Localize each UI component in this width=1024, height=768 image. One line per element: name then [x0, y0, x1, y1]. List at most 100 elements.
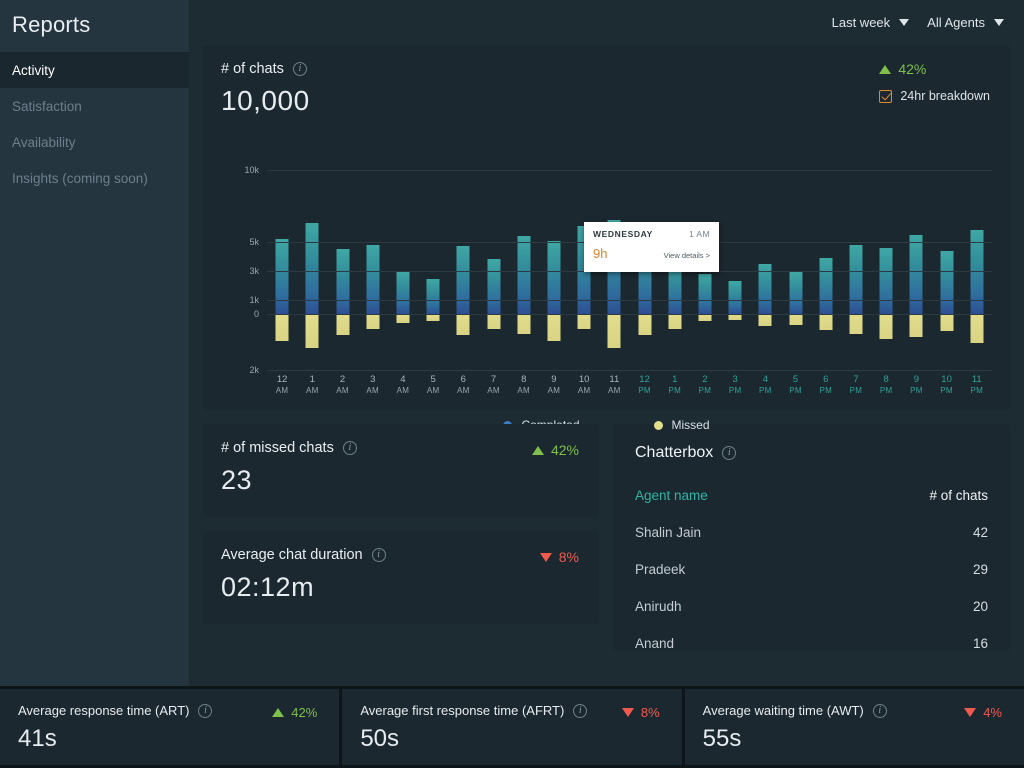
- tooltip-day: WEDNESDAY: [593, 229, 653, 239]
- bar-completed[interactable]: [276, 239, 289, 314]
- x-axis-meridiem: PM: [811, 386, 841, 396]
- tooltip-hour: 1 AM: [689, 229, 710, 239]
- bar-completed[interactable]: [487, 259, 500, 314]
- bar-missed[interactable]: [880, 314, 893, 339]
- bar-completed[interactable]: [427, 279, 440, 314]
- x-axis-tick: 10PM: [931, 374, 961, 396]
- bar-missed[interactable]: [427, 314, 440, 321]
- bar-missed[interactable]: [547, 314, 560, 341]
- table-row[interactable]: Shalin Jain42: [635, 525, 988, 540]
- info-icon[interactable]: i: [573, 704, 587, 718]
- chart-tooltip: WEDNESDAY 1 AM 9h View details >: [584, 222, 719, 272]
- bar-completed[interactable]: [910, 235, 923, 314]
- x-axis-tick: 9PM: [901, 374, 931, 396]
- agent-name: Shalin Jain: [635, 525, 701, 540]
- x-axis-hour: 8: [509, 374, 539, 386]
- x-axis-hour: 1: [297, 374, 327, 386]
- duration-card-title: Average chat duration: [221, 547, 363, 563]
- bar-completed[interactable]: [789, 272, 802, 314]
- column-header-agent-name[interactable]: Agent name: [635, 488, 708, 503]
- x-axis-meridiem: AM: [599, 386, 629, 396]
- breakdown-toggle[interactable]: 24hr breakdown: [879, 89, 990, 103]
- agent-chat-count: 20: [973, 599, 988, 614]
- bar-completed[interactable]: [517, 236, 530, 314]
- sidebar-item-activity[interactable]: Activity: [0, 52, 189, 88]
- bar-missed[interactable]: [487, 314, 500, 329]
- info-icon[interactable]: i: [198, 704, 212, 718]
- chats-chart-card: # of chats i 10,000 42% 24hr breakdown: [203, 45, 1010, 410]
- bar-missed[interactable]: [517, 314, 530, 334]
- info-icon[interactable]: i: [343, 441, 357, 455]
- bar-completed[interactable]: [880, 248, 893, 314]
- table-row[interactable]: Pradeek29: [635, 562, 988, 577]
- bar-missed[interactable]: [578, 314, 591, 329]
- info-icon[interactable]: i: [372, 548, 386, 562]
- bottom-stat-delta-badge: 4%: [964, 705, 1002, 720]
- reports-dashboard: Reports Activity Satisfaction Availabili…: [0, 0, 1024, 768]
- table-row[interactable]: Anirudh20: [635, 599, 988, 614]
- triangle-down-icon: [622, 708, 634, 717]
- top-region: Reports Activity Satisfaction Availabili…: [0, 0, 1024, 686]
- bar-completed[interactable]: [457, 246, 470, 314]
- x-axis-hour: 2: [690, 374, 720, 386]
- bar-completed[interactable]: [396, 271, 409, 314]
- bar-missed[interactable]: [789, 314, 802, 325]
- sidebar-item-availability[interactable]: Availability: [0, 124, 189, 160]
- bar-missed[interactable]: [366, 314, 379, 329]
- bar-missed[interactable]: [306, 314, 319, 348]
- bar-missed[interactable]: [849, 314, 862, 334]
- bar-missed[interactable]: [940, 314, 953, 331]
- bar-missed[interactable]: [668, 314, 681, 329]
- bar-missed[interactable]: [276, 314, 289, 341]
- bar-completed[interactable]: [547, 241, 560, 314]
- period-filter-label: Last week: [832, 15, 891, 30]
- x-axis-tick: 3AM: [358, 374, 388, 396]
- legend-label: Missed: [672, 418, 710, 432]
- bar-missed[interactable]: [759, 314, 772, 326]
- bar-completed[interactable]: [698, 274, 711, 314]
- bar-missed[interactable]: [608, 314, 621, 348]
- sidebar-item-label: Activity: [12, 63, 55, 78]
- x-axis-meridiem: PM: [720, 386, 750, 396]
- agent-filter-dropdown[interactable]: All Agents: [927, 15, 1004, 30]
- table-row[interactable]: Anand16: [635, 636, 988, 651]
- bar-missed[interactable]: [396, 314, 409, 323]
- bar-missed[interactable]: [819, 314, 832, 330]
- gridline: [267, 300, 992, 301]
- bar-completed[interactable]: [849, 245, 862, 314]
- period-filter-dropdown[interactable]: Last week: [832, 15, 910, 30]
- info-icon[interactable]: i: [293, 62, 307, 76]
- bottom-stat-delta-badge: 42%: [272, 705, 317, 720]
- legend-item[interactable]: Missed: [654, 418, 710, 432]
- bottom-stat-title: Average first response time (AFRT): [360, 703, 564, 718]
- bar-completed[interactable]: [819, 258, 832, 314]
- chevron-down-icon: [994, 19, 1004, 26]
- bottom-stat-value: 50s: [360, 725, 663, 753]
- bar-completed[interactable]: [366, 245, 379, 314]
- sidebar-item-insights[interactable]: Insights (coming soon): [0, 160, 189, 196]
- x-axis-tick: 8PM: [871, 374, 901, 396]
- x-axis-tick: 6PM: [811, 374, 841, 396]
- x-axis-hour: 7: [478, 374, 508, 386]
- bar-missed[interactable]: [638, 314, 651, 335]
- missed-card-value: 23: [221, 465, 581, 496]
- triangle-down-icon: [964, 708, 976, 717]
- bar-missed[interactable]: [457, 314, 470, 335]
- info-icon[interactable]: i: [722, 446, 736, 460]
- bar-completed[interactable]: [729, 281, 742, 314]
- bar-completed[interactable]: [336, 249, 349, 314]
- bar-missed[interactable]: [970, 314, 983, 343]
- bar-missed[interactable]: [698, 314, 711, 321]
- y-axis-tick: 1k: [249, 295, 259, 305]
- bottom-stat-card: Average response time (ART)i42%41s: [0, 689, 339, 765]
- bottom-stat-card: Average waiting time (AWT)i4%55s: [682, 689, 1024, 765]
- tooltip-view-details-link[interactable]: View details >: [664, 251, 710, 260]
- checkbox-checked-icon[interactable]: [879, 90, 892, 103]
- sidebar-item-satisfaction[interactable]: Satisfaction: [0, 88, 189, 124]
- bar-missed[interactable]: [910, 314, 923, 337]
- chats-total-value: 10,000: [221, 85, 992, 117]
- column-header-chats[interactable]: # of chats: [929, 488, 988, 503]
- bar-missed[interactable]: [336, 314, 349, 335]
- bar-completed[interactable]: [940, 251, 953, 314]
- info-icon[interactable]: i: [873, 704, 887, 718]
